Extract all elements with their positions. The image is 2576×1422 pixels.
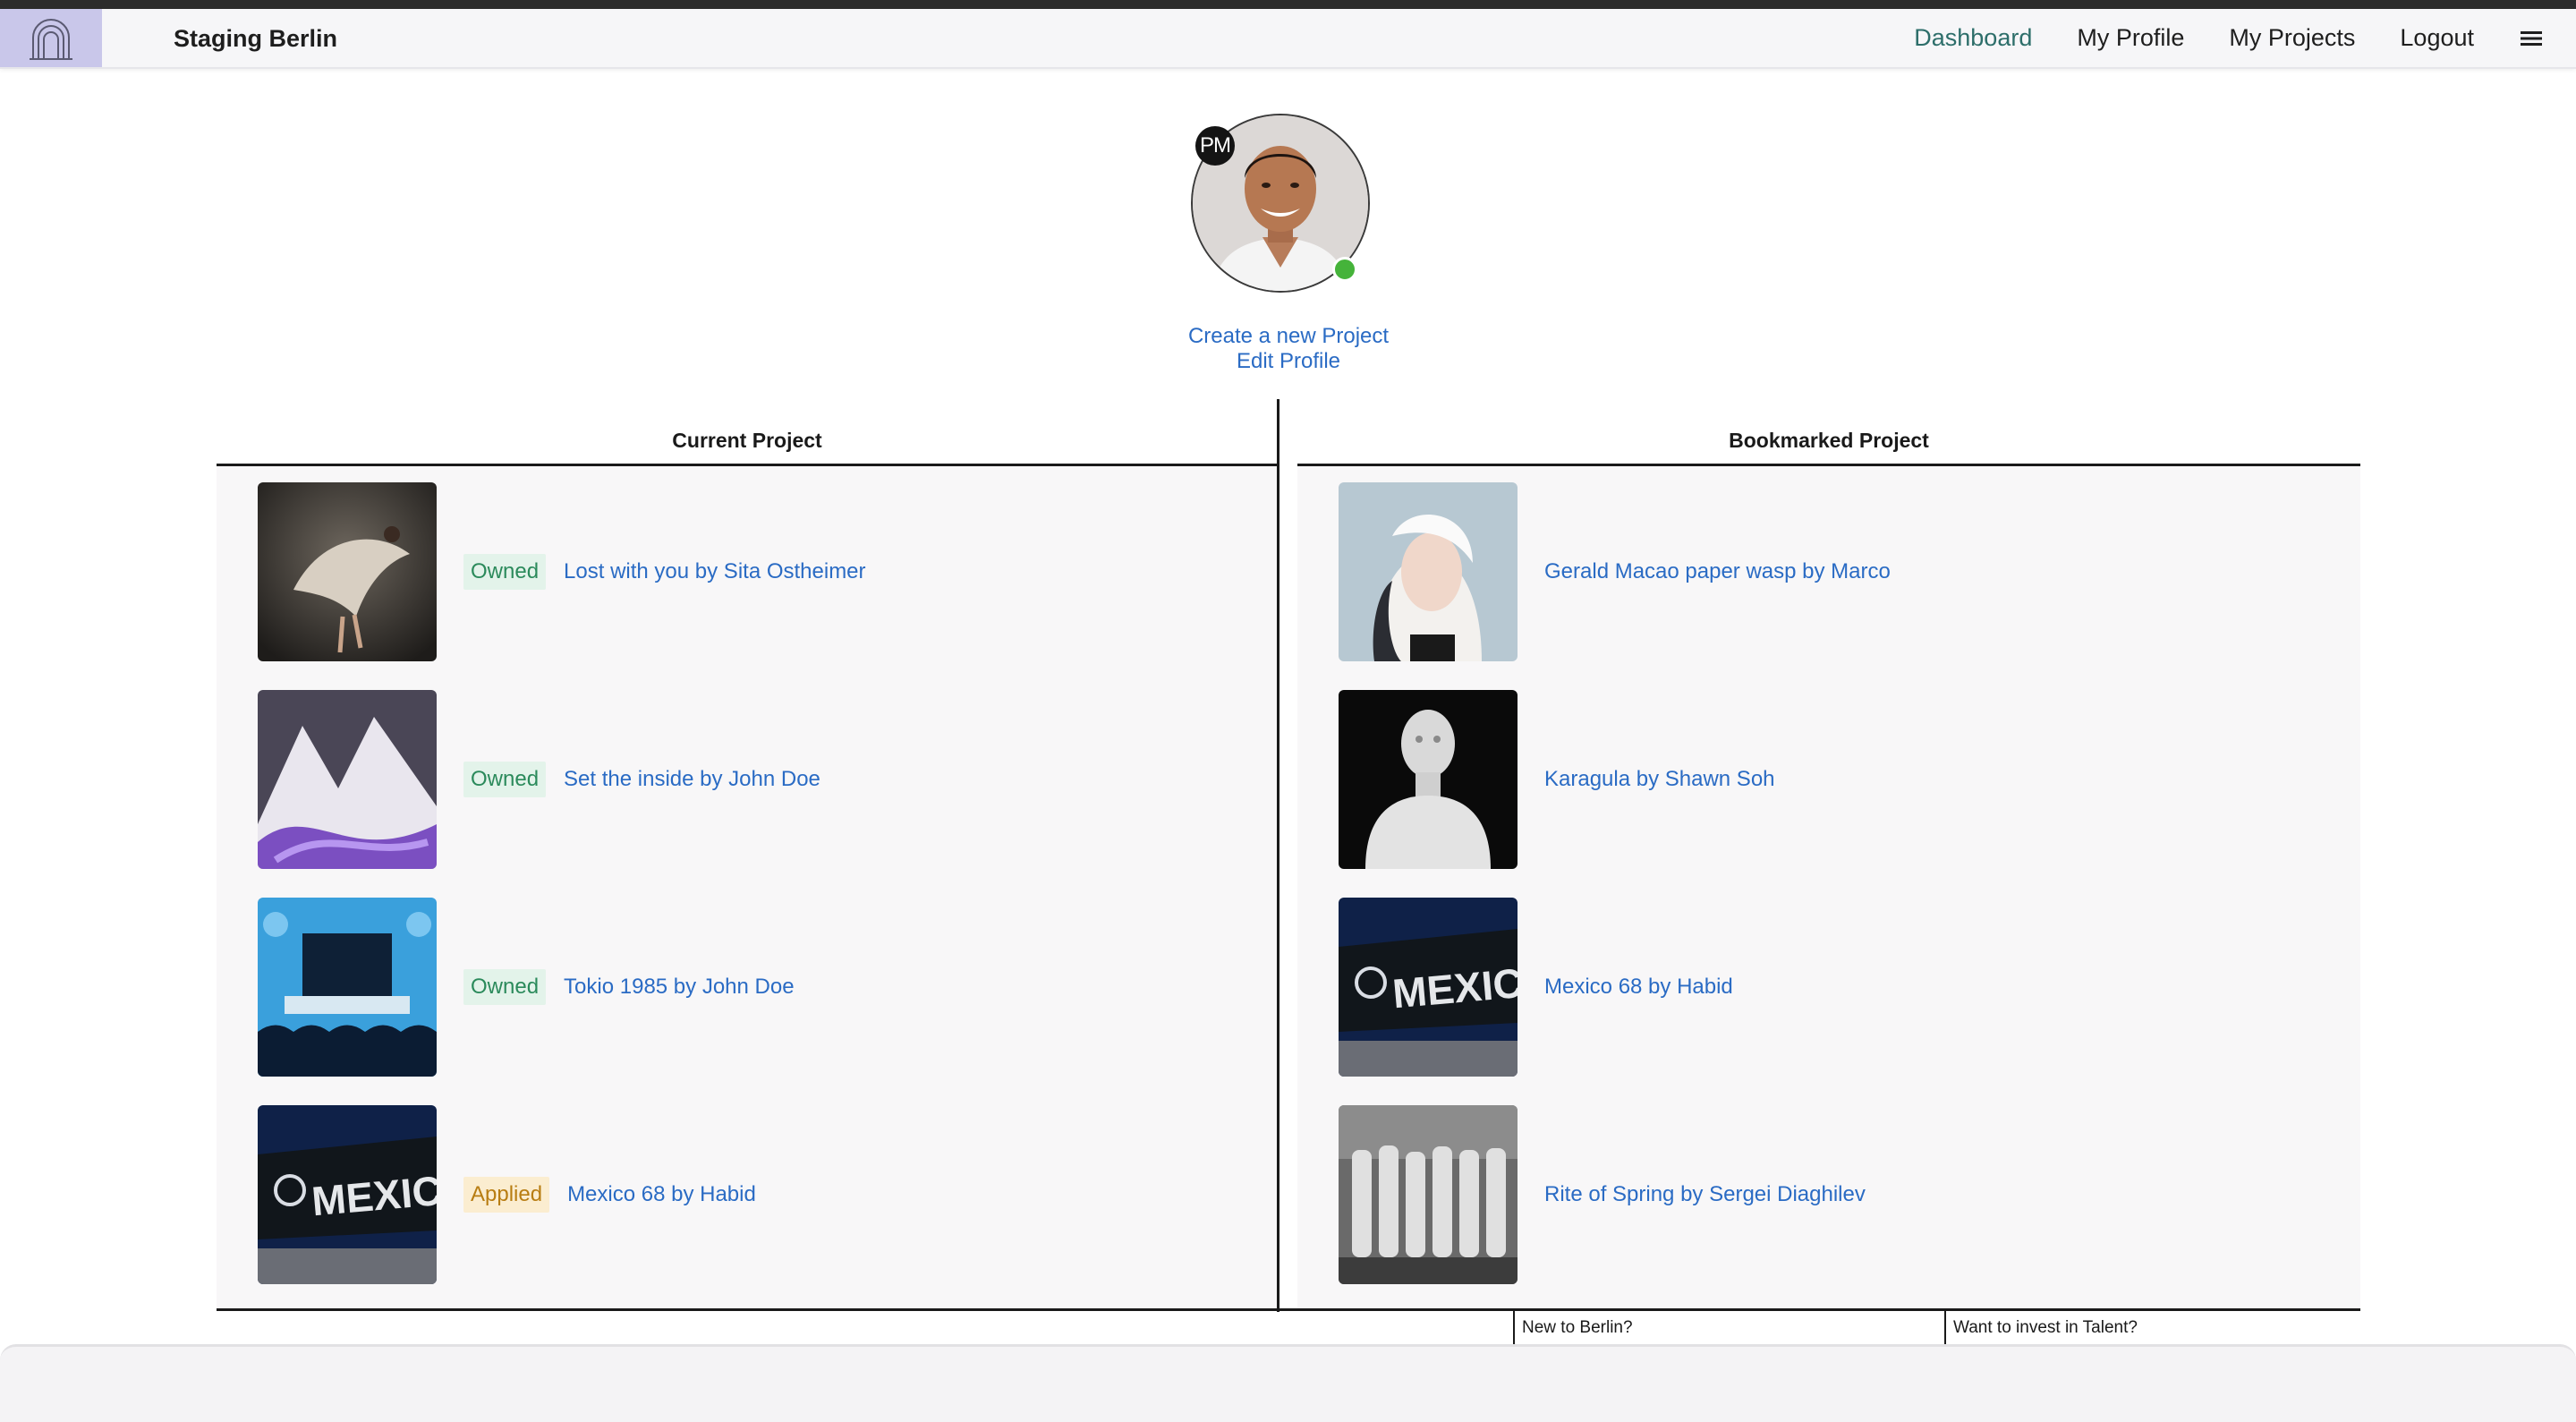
project-link[interactable]: Mexico 68 by Habid	[1544, 975, 1733, 1000]
nav-dashboard[interactable]: Dashboard	[1914, 24, 2032, 52]
profile-avatar-wrap: PM	[1191, 114, 1370, 293]
project-link[interactable]: Gerald Macao paper wasp by Marco	[1544, 559, 1891, 584]
list-item[interactable]: Rite of Spring by Sergei Diaghilev	[1339, 1105, 1866, 1284]
project-thumbnail[interactable]	[258, 690, 437, 869]
window-top-strip	[0, 0, 2576, 9]
current-project-list: Owned Lost with you by Sita Ostheimer Ow…	[217, 466, 1278, 1310]
project-thumbnail[interactable]: MEXICO 68	[1339, 898, 1518, 1077]
nav-logout[interactable]: Logout	[2400, 24, 2474, 52]
list-item[interactable]: Gerald Macao paper wasp by Marco	[1339, 482, 1891, 661]
project-thumbnail[interactable]: MEXICO 68	[258, 1105, 437, 1284]
panel-divider	[1277, 399, 1279, 1312]
navbar: Staging Berlin Dashboard My Profile My P…	[0, 9, 2576, 69]
list-item[interactable]: MEXICO 68 Mexico 68 by Habid	[1339, 898, 1733, 1077]
status-badge: Applied	[463, 1177, 550, 1213]
project-thumbnail[interactable]	[1339, 690, 1518, 869]
project-link[interactable]: Rite of Spring by Sergei Diaghilev	[1544, 1182, 1866, 1207]
project-thumbnail[interactable]	[1339, 1105, 1518, 1284]
bookmarked-project-list: Gerald Macao paper wasp by Marco Karagul…	[1297, 466, 2360, 1310]
logo[interactable]	[0, 9, 102, 67]
new-to-berlin-link[interactable]: New to Berlin?	[1513, 1311, 1633, 1345]
invest-in-talent-link[interactable]: Want to invest in Talent?	[1944, 1311, 2138, 1345]
list-item[interactable]: Karagula by Shawn Soh	[1339, 690, 1775, 869]
list-item[interactable]: Owned Lost with you by Sita Ostheimer	[258, 482, 866, 661]
bookmarked-project-heading: Bookmarked Project	[1297, 399, 2360, 466]
brand-name[interactable]: Staging Berlin	[174, 25, 337, 53]
profile-actions: Create a new Project Edit Profile	[1109, 324, 1467, 374]
project-link[interactable]: Karagula by Shawn Soh	[1544, 767, 1775, 792]
list-item[interactable]: Owned Set the inside by John Doe	[258, 690, 820, 869]
list-item[interactable]: Owned Tokio 1985 by John Doe	[258, 898, 795, 1077]
current-project-panel: Current Project Owned Lost with you by S…	[217, 399, 1278, 1310]
status-badge: Owned	[463, 554, 547, 590]
list-item[interactable]: MEXICO 68 Applied Mexico 68 by Habid	[258, 1105, 756, 1284]
user-initials-badge: PM	[1195, 126, 1235, 166]
project-thumbnail[interactable]	[258, 482, 437, 661]
project-link[interactable]: Lost with you by Sita Ostheimer	[564, 559, 865, 584]
edit-profile-link[interactable]: Edit Profile	[1109, 349, 1467, 374]
project-thumbnail[interactable]	[1339, 482, 1518, 661]
project-link[interactable]: Mexico 68 by Habid	[567, 1182, 756, 1207]
project-link[interactable]: Tokio 1985 by John Doe	[564, 975, 795, 1000]
current-project-heading: Current Project	[217, 399, 1278, 466]
online-status-dot	[1332, 257, 1357, 282]
status-badge: Owned	[463, 762, 547, 797]
hamburger-icon[interactable]	[2521, 30, 2542, 47]
status-badge: Owned	[463, 969, 547, 1005]
footer-bar	[0, 1344, 2576, 1422]
main-nav: Dashboard My Profile My Projects Logout	[1914, 9, 2576, 67]
nav-my-projects[interactable]: My Projects	[2229, 24, 2355, 52]
arch-logo-icon	[30, 18, 72, 60]
create-project-link[interactable]: Create a new Project	[1109, 324, 1467, 349]
bookmarked-project-panel: Bookmarked Project Gerald Macao paper wa…	[1297, 399, 2360, 1310]
project-thumbnail[interactable]	[258, 898, 437, 1077]
nav-my-profile[interactable]: My Profile	[2077, 24, 2184, 52]
project-link[interactable]: Set the inside by John Doe	[564, 767, 820, 792]
